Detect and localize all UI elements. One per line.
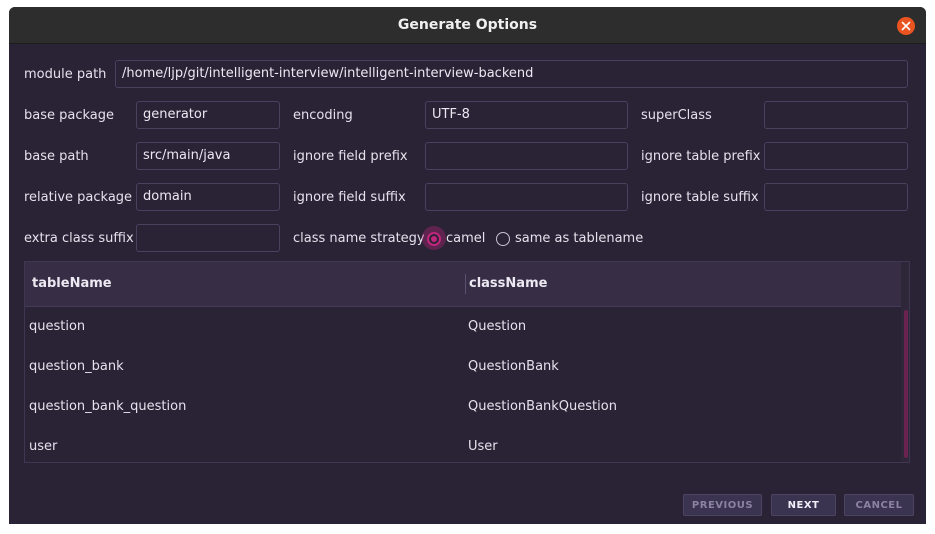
radio-camel[interactable]: camel — [422, 226, 486, 250]
cell-tablename: question_bank — [29, 359, 124, 374]
column-header-tablename[interactable]: tableName — [32, 276, 112, 291]
column-separator[interactable] — [465, 274, 466, 294]
table-row[interactable]: user User — [25, 427, 902, 467]
extra-class-suffix-label: extra class suffix — [24, 231, 134, 246]
class-name-strategy-label: class name strategy — [293, 231, 425, 246]
table-row[interactable]: question_bank_question QuestionBankQuest… — [25, 387, 902, 427]
cell-classname[interactable]: Question — [468, 319, 526, 334]
ignore-field-prefix-label: ignore field prefix — [293, 149, 408, 164]
previous-button[interactable]: PREVIOUS — [683, 494, 762, 516]
ignore-field-suffix-label: ignore field suffix — [293, 190, 406, 205]
scrollbar-thumb[interactable] — [904, 310, 908, 458]
encoding-label: encoding — [293, 108, 353, 123]
close-icon — [901, 21, 911, 31]
base-path-label: base path — [24, 149, 89, 164]
radio-button-selected[interactable] — [427, 231, 441, 246]
radio-button-unselected[interactable] — [496, 231, 510, 246]
cell-tablename: question — [29, 319, 86, 334]
cell-classname[interactable]: QuestionBank — [468, 359, 559, 374]
cell-tablename: question_bank_question — [29, 399, 187, 414]
title-bar: Generate Options — [9, 7, 926, 44]
base-package-input[interactable]: generator — [136, 101, 280, 129]
table-mapping: tableName className question Question qu… — [24, 261, 910, 463]
ignore-field-prefix-input[interactable] — [425, 142, 628, 170]
cell-tablename: user — [29, 439, 58, 454]
generate-options-dialog: Generate Options module path /home/ljp/g… — [9, 7, 926, 524]
dialog-title: Generate Options — [397, 17, 538, 33]
table-row[interactable]: question Question — [25, 307, 902, 347]
encoding-input[interactable]: UTF-8 — [425, 101, 628, 129]
table-scrollbar[interactable] — [901, 262, 909, 462]
ignore-field-suffix-input[interactable] — [425, 183, 628, 211]
table-header: tableName className — [25, 262, 902, 307]
ignore-table-prefix-input[interactable] — [764, 142, 908, 170]
ignore-table-suffix-input[interactable] — [764, 183, 908, 211]
close-button[interactable] — [897, 17, 915, 35]
superclass-label: superClass — [641, 108, 712, 123]
module-path-label: module path — [24, 67, 107, 82]
ignore-table-suffix-label: ignore table suffix — [641, 190, 759, 205]
table-row[interactable]: question_bank QuestionBank — [25, 347, 902, 387]
cancel-button[interactable]: CANCEL — [844, 494, 914, 516]
relative-package-input[interactable]: domain — [136, 183, 280, 211]
radio-camel-label: camel — [446, 231, 486, 246]
column-header-classname[interactable]: className — [469, 276, 547, 291]
ignore-table-prefix-label: ignore table prefix — [641, 149, 761, 164]
relative-package-label: relative package — [24, 190, 133, 205]
extra-class-suffix-input[interactable] — [136, 224, 280, 252]
cell-classname[interactable]: User — [468, 439, 498, 454]
module-path-input[interactable]: /home/ljp/git/intelligent-interview/inte… — [115, 60, 908, 88]
radio-same-as-tablename[interactable]: same as tablename — [496, 231, 643, 246]
base-path-input[interactable]: src/main/java — [136, 142, 280, 170]
superclass-input[interactable] — [764, 101, 908, 129]
base-package-label: base package — [24, 108, 115, 123]
radio-same-as-tablename-label: same as tablename — [515, 231, 644, 246]
next-button[interactable]: NEXT — [771, 494, 836, 516]
cell-classname[interactable]: QuestionBankQuestion — [468, 399, 617, 414]
